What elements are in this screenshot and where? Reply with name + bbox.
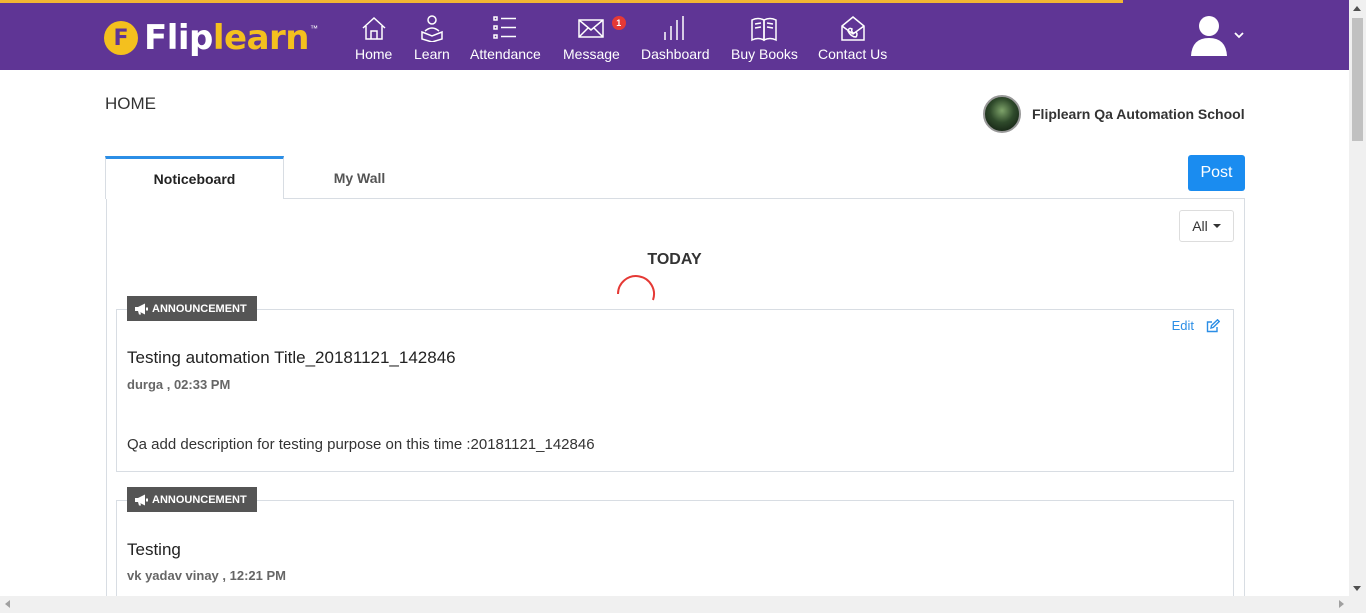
scroll-down-arrow-icon[interactable] <box>1353 586 1361 591</box>
nav-home[interactable]: Home <box>355 14 392 64</box>
announcement-meta: vk yadav vinay , 12:21 PM <box>127 568 286 583</box>
logo-trademark: ™ <box>310 24 319 33</box>
logo-text-flip: Flip <box>144 18 213 58</box>
loading-progress-bar <box>0 0 1123 3</box>
announcement-title[interactable]: Testing automation Title_20181121_142846 <box>127 348 456 368</box>
announcement-tag: ANNOUNCEMENT <box>127 487 257 512</box>
school-info: Fliplearn Qa Automation School <box>983 95 1245 133</box>
dashboard-icon <box>664 16 684 40</box>
nav-learn[interactable]: Learn <box>414 14 450 64</box>
learn-icon <box>421 15 443 42</box>
scroll-thumb[interactable] <box>1352 18 1363 141</box>
attendance-icon <box>493 16 517 39</box>
message-icon <box>578 19 605 38</box>
announcement-card: Edit Testing automation Title_20181121_1… <box>116 309 1234 472</box>
nav-buy-books[interactable]: Buy Books <box>731 14 798 64</box>
announcement-title[interactable]: Testing <box>127 540 181 560</box>
tab-my-wall[interactable]: My Wall <box>284 156 435 199</box>
nav-home-label: Home <box>355 46 393 62</box>
caret-down-icon <box>1212 224 1221 228</box>
nav-dashboard-label: Dashboard <box>641 46 710 62</box>
announcement-tag-label: ANNOUNCEMENT <box>152 493 247 506</box>
nav-dashboard[interactable]: Dashboard <box>641 14 710 64</box>
nav-attendance[interactable]: Attendance <box>470 14 541 64</box>
edit-icon <box>1206 318 1220 332</box>
page: F Fliplearn ™ Home Learn Attendance 1 Me… <box>0 0 1366 613</box>
top-navbar: F Fliplearn ™ Home Learn Attendance 1 Me… <box>0 0 1349 70</box>
megaphone-icon <box>135 494 148 505</box>
chevron-down-icon <box>1234 31 1244 38</box>
nav-message[interactable]: 1 Message <box>563 14 626 64</box>
section-heading-text: TODAY <box>647 251 702 268</box>
scroll-right-arrow-icon[interactable] <box>1339 600 1344 608</box>
message-count-badge: 1 <box>611 16 626 30</box>
fliplearn-logo[interactable]: F Fliplearn ™ <box>104 18 318 58</box>
scroll-up-arrow-icon[interactable] <box>1353 6 1361 11</box>
school-logo <box>983 95 1021 133</box>
announcement-meta: durga , 02:33 PM <box>127 377 231 392</box>
page-title: HOME <box>105 94 156 113</box>
logo-wordmark: Fliplearn <box>144 18 310 58</box>
logo-text-learn: learn <box>212 18 310 58</box>
megaphone-icon <box>135 303 148 314</box>
contact-icon <box>840 16 865 41</box>
user-avatar-icon <box>1191 16 1227 56</box>
nav-contact-us-label: Contact Us <box>818 46 888 62</box>
tab-noticeboard[interactable]: Noticeboard <box>105 156 284 199</box>
announcement-card: Testing vk yadav vinay , 12:21 PM <box>116 500 1234 610</box>
edit-button[interactable]: Edit <box>1172 318 1220 333</box>
nav-attendance-label: Attendance <box>470 46 541 62</box>
vertical-scrollbar[interactable] <box>1349 0 1366 596</box>
filter-selected-value: All <box>1192 218 1208 234</box>
school-name: Fliplearn Qa Automation School <box>1032 106 1245 122</box>
nav-contact-us[interactable]: Contact Us <box>818 14 887 64</box>
nav-message-label: Message <box>563 46 620 62</box>
post-button[interactable]: Post <box>1188 155 1245 191</box>
nav-buy-books-label: Buy Books <box>731 46 798 62</box>
nav-learn-label: Learn <box>414 46 450 62</box>
announcement-description: Qa add description for testing purpose o… <box>127 436 595 453</box>
announcement-tag: ANNOUNCEMENT <box>127 296 257 321</box>
announcement-tag-label: ANNOUNCEMENT <box>152 302 247 315</box>
edit-label: Edit <box>1171 318 1194 333</box>
user-menu[interactable] <box>1190 14 1244 56</box>
horizontal-scrollbar[interactable] <box>0 596 1366 613</box>
books-icon <box>751 17 778 42</box>
logo-badge: F <box>104 21 138 55</box>
home-icon <box>362 16 386 40</box>
filter-dropdown[interactable]: All <box>1179 210 1234 242</box>
section-heading: TODAY <box>0 251 1349 269</box>
scroll-left-arrow-icon[interactable] <box>5 600 10 608</box>
